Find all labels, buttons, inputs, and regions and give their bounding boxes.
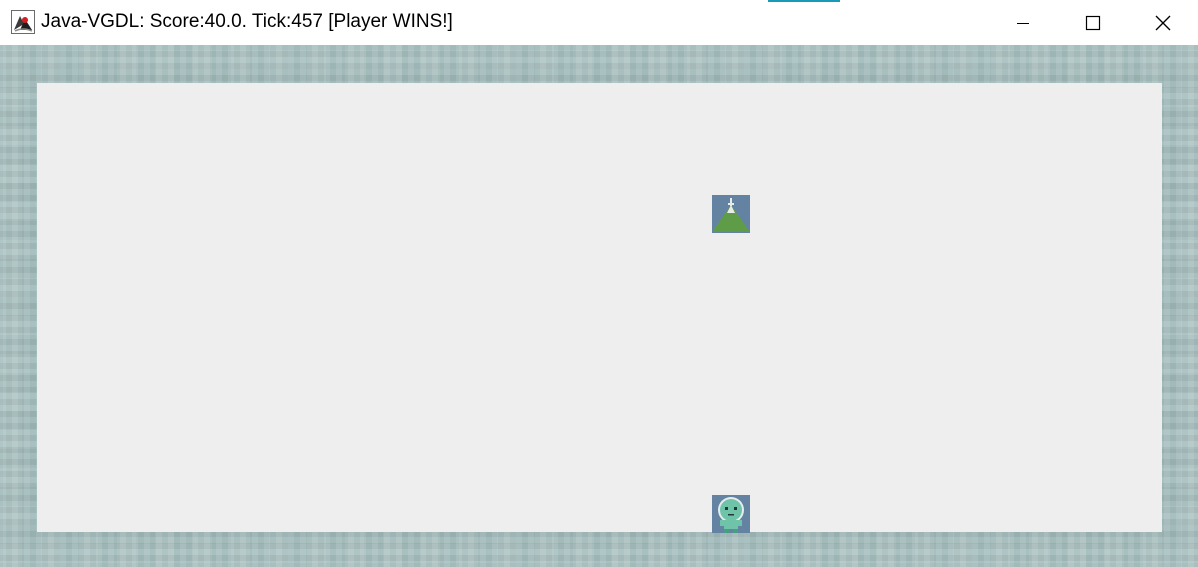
- game-window: Java-VGDL: Score:40.0. Tick:457 [Player …: [0, 0, 1198, 567]
- game-canvas[interactable]: [0, 45, 1198, 567]
- green-mountain-icon: [712, 195, 750, 233]
- title-accent-line: [768, 0, 840, 2]
- minimize-button[interactable]: [988, 0, 1058, 45]
- window-title: Java-VGDL: Score:40.0. Tick:457 [Player …: [41, 11, 453, 32]
- title-bar[interactable]: Java-VGDL: Score:40.0. Tick:457 [Player …: [0, 0, 1198, 45]
- java-duke-icon: [11, 10, 35, 34]
- close-button[interactable]: [1128, 0, 1198, 45]
- minimize-icon: [1017, 22, 1029, 24]
- game-floor: [37, 83, 1162, 532]
- close-icon: [1155, 15, 1171, 30]
- maximize-icon: [1085, 15, 1101, 30]
- maximize-button[interactable]: [1058, 0, 1128, 45]
- green-alien-icon: [712, 495, 750, 533]
